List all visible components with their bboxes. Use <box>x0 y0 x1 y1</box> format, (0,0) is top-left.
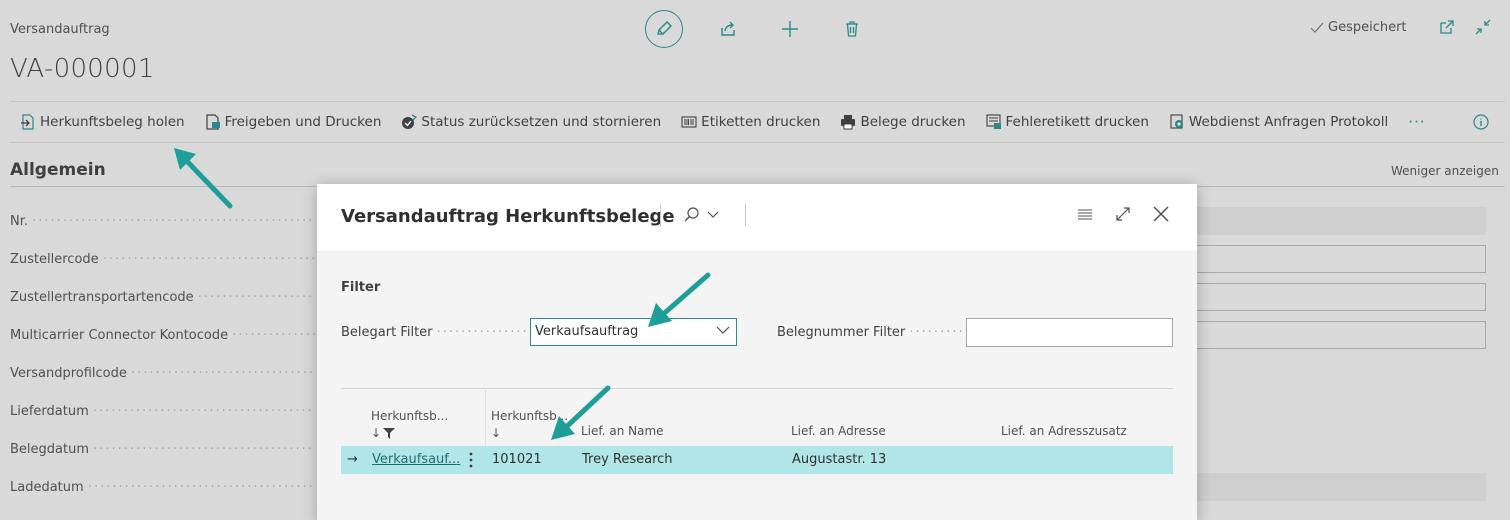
belegart-filter-value: Verkaufsauftrag <box>535 324 639 339</box>
search-button[interactable] <box>683 206 719 224</box>
action-label: Webdienst Anfragen Protokoll <box>1188 114 1389 130</box>
field-label-kontocode: Multicarrier Connector Kontocode ·······… <box>10 328 315 343</box>
field-label-lieferdatum: Lieferdatum ····························… <box>10 404 315 419</box>
chevron-down-icon <box>716 326 730 334</box>
action-freigeben-und-drucken[interactable]: Freigeben und Drucken <box>205 114 382 130</box>
info-icon <box>1473 114 1489 130</box>
top-action-bar <box>645 10 897 48</box>
row-menu-icon[interactable] <box>468 452 474 468</box>
table-row[interactable]: → Verkaufsauf... 101021 Trey Research Au… <box>341 446 1173 474</box>
close-icon[interactable] <box>1153 206 1169 222</box>
row-cell-no: 101021 <box>492 452 542 467</box>
column-header-adresszusatz[interactable]: Lief. an Adresszusatz <box>1001 424 1127 438</box>
list-view-icon[interactable] <box>1077 206 1093 222</box>
new-button[interactable] <box>773 10 807 48</box>
row-cell-address: Augustastr. 13 <box>792 452 887 467</box>
window-controls <box>1438 18 1492 36</box>
belegnummer-filter-input[interactable] <box>966 318 1173 347</box>
field-label-versandprofilcode: Versandprofilcode ······················… <box>10 366 315 381</box>
field-value-ladedatum[interactable] <box>1196 473 1486 501</box>
info-button[interactable] <box>1473 114 1489 134</box>
grid-top-border <box>341 388 1173 389</box>
action-label: Status zurücksetzen und stornieren <box>421 114 662 130</box>
action-label: Freigeben und Drucken <box>224 114 382 130</box>
filter-icon <box>383 427 396 439</box>
search-icon <box>684 207 699 222</box>
webservice-log-icon <box>1170 114 1183 129</box>
filter-heading: Filter <box>341 280 381 295</box>
belegart-filter-label: Belegart Filter ·················· <box>341 325 548 340</box>
header-separator <box>660 204 661 226</box>
more-actions-button[interactable]: ··· <box>1408 113 1425 131</box>
saved-label: Gespeichert <box>1328 20 1407 35</box>
field-label-zustellercode: Zustellercode ··························… <box>10 252 315 267</box>
reset-status-icon <box>402 114 418 129</box>
action-webdienst-protokoll[interactable]: Webdienst Anfragen Protokoll <box>1169 114 1388 130</box>
field-label-ladedatum: Ladedatum ······························… <box>10 480 315 495</box>
pencil-icon <box>657 21 672 35</box>
collapse-icon[interactable] <box>1474 18 1492 36</box>
action-label: Etiketten drucken <box>701 114 821 130</box>
action-label: Fehleretikett drucken <box>1005 114 1149 130</box>
show-less-link[interactable]: Weniger anzeigen <box>1391 164 1499 178</box>
error-label-icon <box>985 114 1001 129</box>
row-cell-type-link[interactable]: Verkaufsauf... <box>372 452 460 467</box>
action-label: Belege drucken <box>860 114 966 130</box>
column-header-adresse[interactable]: Lief. an Adresse <box>791 424 886 438</box>
field-value-kontocode[interactable] <box>1196 321 1486 349</box>
barcode-icon <box>681 116 697 128</box>
expand-icon[interactable] <box>1115 206 1131 222</box>
dialog-body: Filter Belegart Filter ·················… <box>317 252 1197 520</box>
action-etiketten-drucken[interactable]: Etiketten drucken <box>681 114 820 130</box>
trash-icon <box>846 21 858 37</box>
header-separator <box>745 204 746 226</box>
annotation-arrow-action <box>174 148 233 209</box>
action-fehleretikett-drucken[interactable]: Fehleretikett drucken <box>985 114 1149 130</box>
field-label-belegdatum: Belegdatum ·····························… <box>10 442 315 457</box>
field-label-nr: Nr. ····································… <box>10 214 315 229</box>
delete-button[interactable] <box>835 10 869 48</box>
source-documents-dialog: Versandauftrag Herkunftsbelege Filter Be… <box>317 184 1197 520</box>
share-icon <box>721 21 735 36</box>
action-bar: Herkunftsbeleg holen Freigeben und Druck… <box>10 101 1505 143</box>
action-label: Herkunftsbeleg holen <box>40 114 185 130</box>
printer-icon <box>841 115 856 130</box>
belegnummer-filter-label: Belegnummer Filter ·········· <box>777 325 971 340</box>
row-indicator-arrow: → <box>347 452 358 467</box>
field-value-nr[interactable] <box>1196 207 1486 235</box>
field-value-zustellertransportartencode[interactable] <box>1196 283 1486 311</box>
annotation-arrow-column <box>551 385 611 440</box>
action-status-zuruecksetzen[interactable]: Status zurücksetzen und stornieren <box>401 114 661 130</box>
release-print-icon <box>205 114 220 130</box>
open-new-window-icon[interactable] <box>1438 18 1456 36</box>
action-belege-drucken[interactable]: Belege drucken <box>840 114 966 130</box>
field-label-zustellertransportartencode: Zustellertransportartencode ············… <box>10 290 315 305</box>
checkmark-icon <box>1310 22 1324 33</box>
chevron-down-icon <box>707 211 719 218</box>
dialog-title: Versandauftrag Herkunftsbelege <box>341 206 675 227</box>
document-type-caption: Versandauftrag <box>10 22 110 37</box>
edit-button[interactable] <box>645 10 683 48</box>
sort-arrow: ↓ <box>371 426 382 440</box>
column-header-herkunftsbelegart[interactable]: Herkunftsb... ↓ <box>371 409 448 440</box>
row-cell-name: Trey Research <box>582 452 673 467</box>
dialog-header: Versandauftrag Herkunftsbelege <box>317 184 1197 252</box>
action-herkunftsbeleg-holen[interactable]: Herkunftsbeleg holen <box>20 114 185 130</box>
plus-icon <box>782 21 798 37</box>
share-button[interactable] <box>711 10 745 48</box>
document-number-title: VA-000001 <box>10 54 155 84</box>
saved-status: Gespeichert <box>1310 20 1407 35</box>
annotation-arrow-filter <box>648 272 711 327</box>
field-value-zustellercode[interactable] <box>1196 245 1486 273</box>
get-document-icon <box>21 114 34 130</box>
section-title-allgemein: Allgemein <box>10 160 106 180</box>
dialog-controls <box>1077 206 1169 222</box>
